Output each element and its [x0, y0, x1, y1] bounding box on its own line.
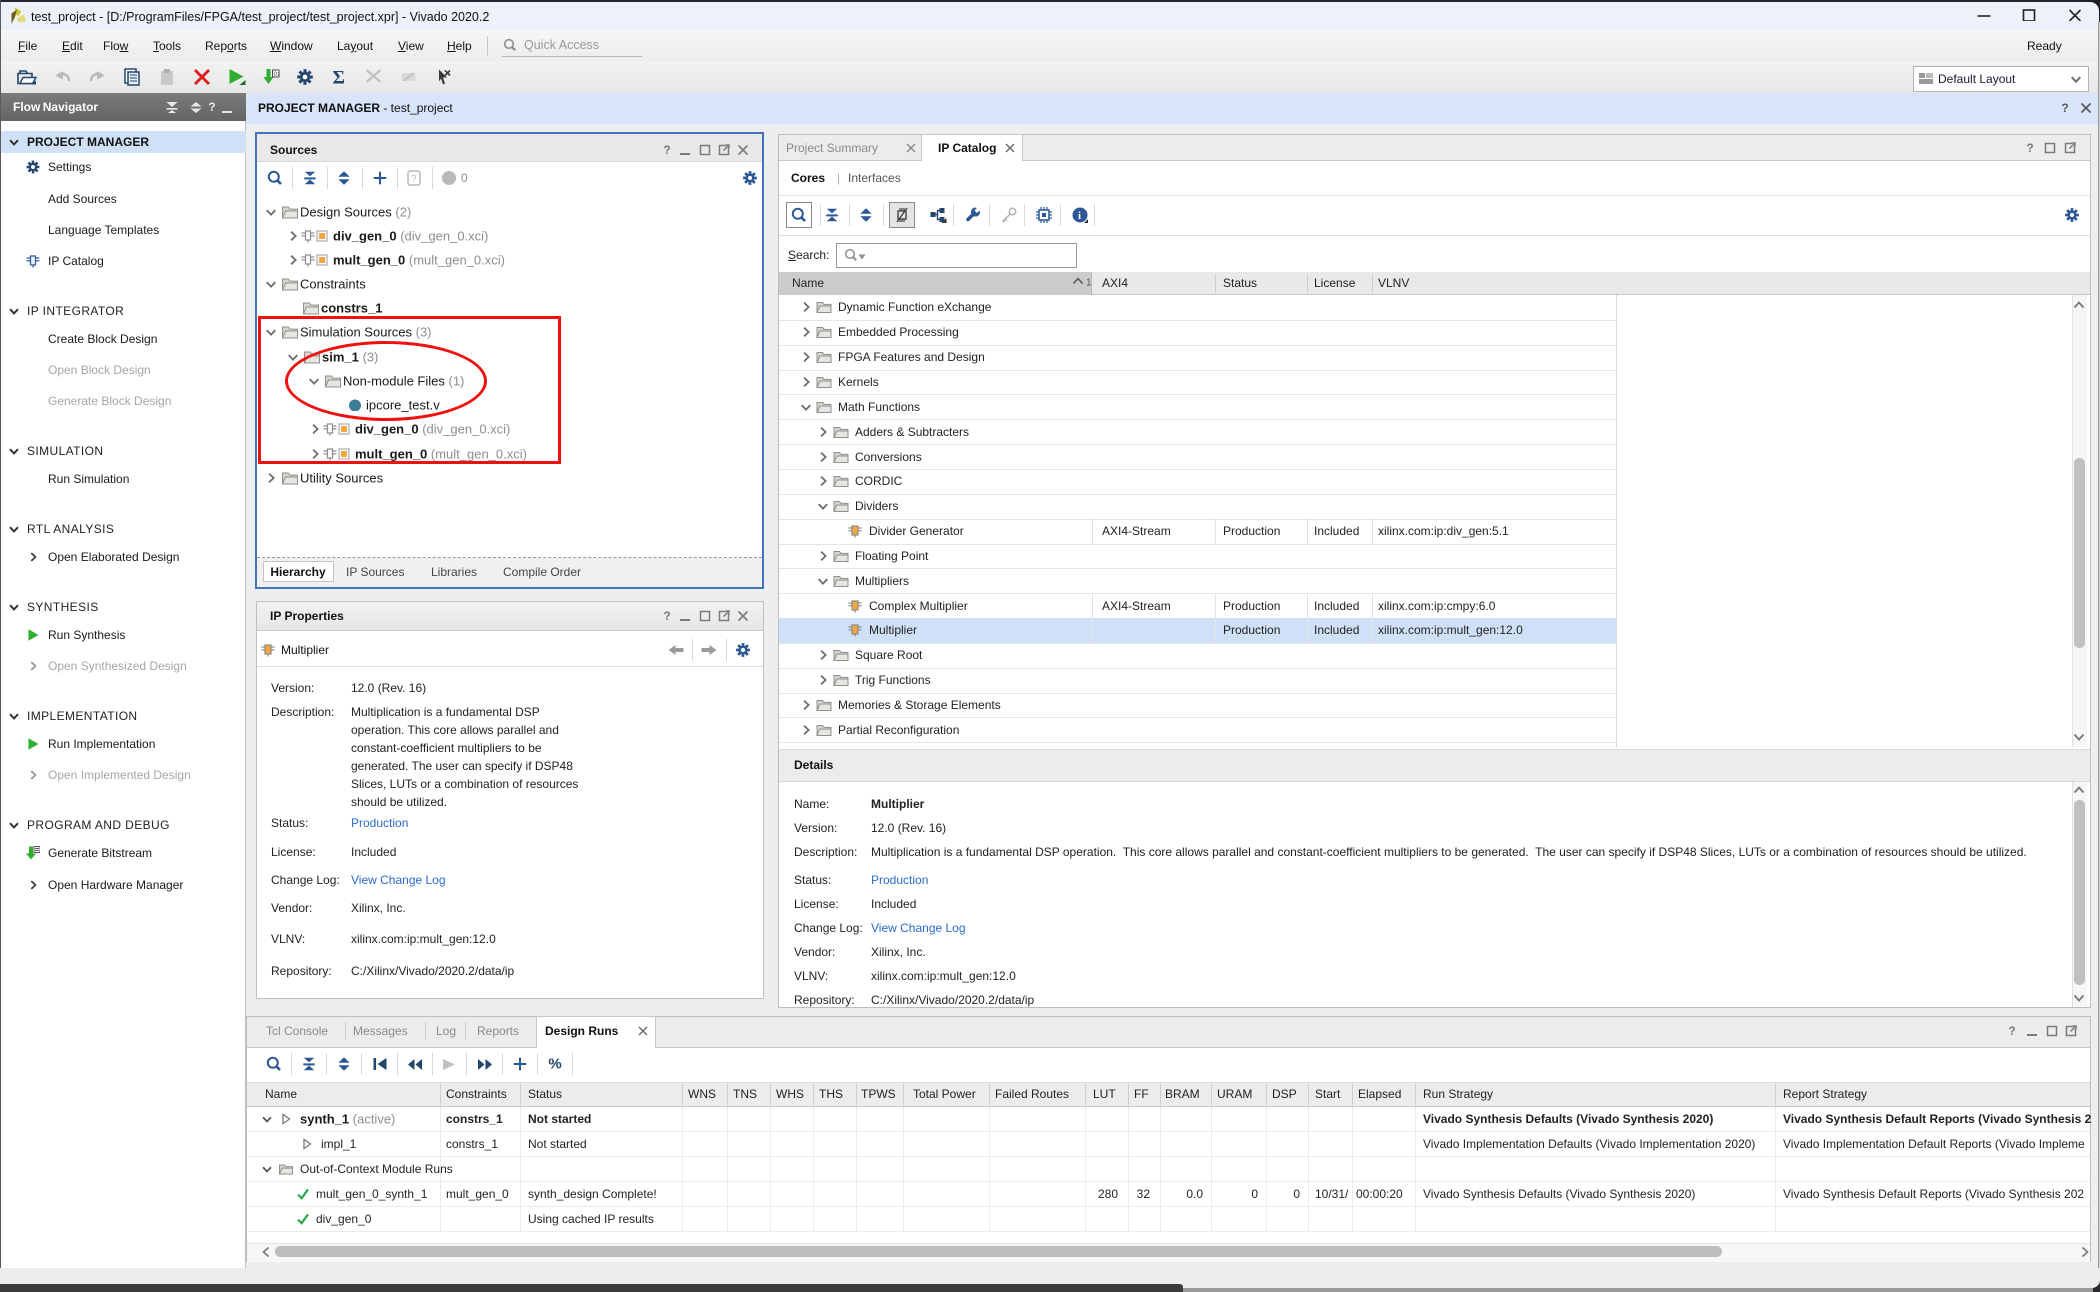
svg-text:Σ: Σ — [333, 69, 345, 86]
svg-text:?: ? — [411, 174, 417, 185]
svg-text:01: 01 — [274, 72, 280, 78]
svg-text:i: i — [1078, 210, 1081, 222]
